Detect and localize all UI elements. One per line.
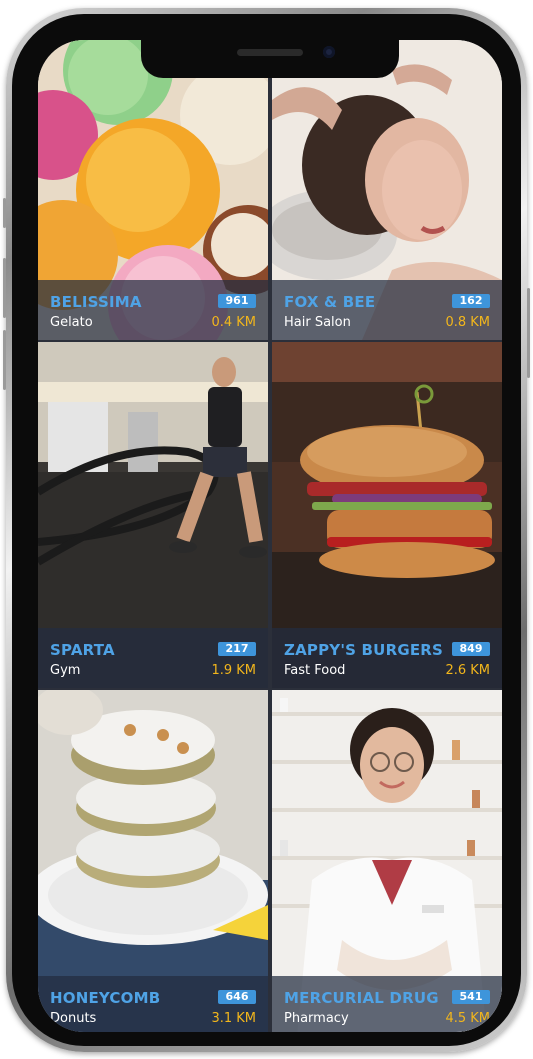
venue-distance: 0.4 KM: [211, 315, 256, 330]
review-count-badge: 961: [218, 294, 256, 308]
volume-up-button: [3, 258, 6, 318]
venue-tile-belissima[interactable]: BELISSIMA 961 Gelato 0.4 KM: [38, 40, 268, 340]
venue-name: ZAPPY'S BURGERS: [284, 641, 444, 659]
review-count-badge: 646: [218, 990, 256, 1004]
venue-name: FOX & BEE: [284, 293, 376, 311]
front-camera: [323, 46, 335, 58]
review-count-badge: 217: [218, 642, 256, 656]
venue-caption: SPARTA 217 Gym 1.9 KM: [38, 628, 268, 688]
volume-down-button: [3, 330, 6, 390]
speaker-grille: [237, 49, 303, 56]
venue-caption: ZAPPY'S BURGERS 849 Fast Food 2.6 KM: [272, 628, 502, 688]
review-count-badge: 541: [452, 990, 490, 1004]
phone-screen: BELISSIMA 961 Gelato 0.4 KM FOX & BEE 16…: [38, 40, 502, 1032]
venue-caption: BELISSIMA 961 Gelato 0.4 KM: [38, 280, 268, 340]
review-count-badge: 849: [452, 642, 490, 656]
venue-caption: HONEYCOMB 646 Donuts 3.1 KM: [38, 976, 268, 1032]
venue-caption: MERCURIAL DRUG 541 Pharmacy 4.5 KM: [272, 976, 502, 1032]
venue-grid: BELISSIMA 961 Gelato 0.4 KM FOX & BEE 16…: [38, 40, 502, 1032]
power-button: [527, 288, 530, 378]
notch: [141, 40, 399, 78]
mute-switch: [3, 198, 6, 228]
venue-tile-fox-and-bee[interactable]: FOX & BEE 162 Hair Salon 0.8 KM: [272, 40, 502, 340]
venue-name: SPARTA: [50, 641, 115, 659]
venue-tile-honeycomb[interactable]: HONEYCOMB 646 Donuts 3.1 KM: [38, 690, 268, 1032]
review-count-badge: 162: [452, 294, 490, 308]
venue-category: Pharmacy: [284, 1011, 349, 1026]
venue-category: Gym: [50, 663, 81, 678]
venue-name: BELISSIMA: [50, 293, 142, 311]
venue-name: MERCURIAL DRUG: [284, 989, 439, 1007]
venue-caption: FOX & BEE 162 Hair Salon 0.8 KM: [272, 280, 502, 340]
venue-category: Donuts: [50, 1011, 97, 1026]
venue-tile-zappys-burgers[interactable]: ZAPPY'S BURGERS 849 Fast Food 2.6 KM: [272, 342, 502, 688]
venue-category: Hair Salon: [284, 315, 351, 330]
venue-distance: 2.6 KM: [445, 663, 490, 678]
venue-tile-sparta[interactable]: SPARTA 217 Gym 1.9 KM: [38, 342, 268, 688]
venue-distance: 4.5 KM: [445, 1011, 490, 1026]
venue-tile-mercurial-drug[interactable]: MERCURIAL DRUG 541 Pharmacy 4.5 KM: [272, 690, 502, 1032]
venue-category: Gelato: [50, 315, 93, 330]
venue-distance: 0.8 KM: [445, 315, 490, 330]
venue-distance: 1.9 KM: [211, 663, 256, 678]
venue-name: HONEYCOMB: [50, 989, 161, 1007]
venue-category: Fast Food: [284, 663, 346, 678]
venue-distance: 3.1 KM: [211, 1011, 256, 1026]
